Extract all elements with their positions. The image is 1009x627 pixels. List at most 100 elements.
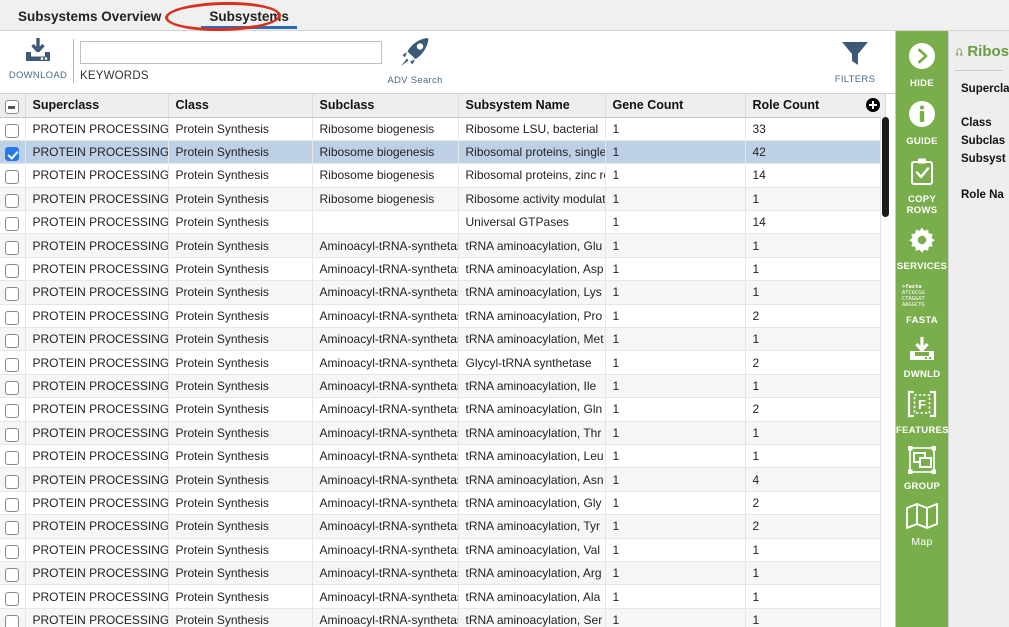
row-select-cell[interactable] bbox=[0, 327, 26, 352]
table-row[interactable]: PROTEIN PROCESSING Protein Synthesis Amino… bbox=[0, 444, 886, 469]
table-row[interactable]: PROTEIN PROCESSING Protein Synthesis Amino… bbox=[0, 304, 886, 329]
row-checkbox[interactable] bbox=[5, 357, 20, 372]
download-button[interactable]: DOWNLOAD bbox=[8, 37, 68, 81]
row-select-cell[interactable] bbox=[0, 163, 26, 188]
row-select-cell[interactable] bbox=[0, 444, 26, 469]
row-select-cell[interactable] bbox=[0, 187, 26, 212]
adv-search-button[interactable]: ADV Search bbox=[386, 36, 444, 86]
table-row[interactable]: PROTEIN PROCESSING Protein Synthesis Ribos… bbox=[0, 117, 886, 141]
row-select-cell[interactable] bbox=[0, 350, 26, 375]
row-select-cell[interactable] bbox=[0, 397, 26, 422]
tab-subsystems[interactable]: Subsystems bbox=[199, 9, 299, 31]
row-select-cell[interactable] bbox=[0, 233, 26, 258]
rail-item-hide[interactable]: HIDE bbox=[896, 41, 948, 89]
row-select-cell[interactable] bbox=[0, 608, 26, 627]
column-header-subclass[interactable]: Subclass bbox=[312, 94, 459, 118]
rail-item-services[interactable]: SERVICES bbox=[896, 226, 948, 272]
table-row[interactable]: PROTEIN PROCESSING Protein Synthesis Amino… bbox=[0, 421, 886, 445]
cell-subsystem-name: Glycyl-tRNA synthetase bbox=[458, 350, 606, 375]
table-row[interactable]: PROTEIN PROCESSING Protein Synthesis Ribos… bbox=[0, 187, 886, 212]
row-checkbox[interactable] bbox=[5, 474, 20, 489]
subsystems-table: Superclass Class Subclass Subsystem Name… bbox=[0, 94, 886, 627]
column-header-gene-count[interactable]: Gene Count bbox=[605, 94, 746, 118]
table-row[interactable]: PROTEIN PROCESSING Protein Synthesis Unive… bbox=[0, 210, 886, 235]
rail-item-map[interactable]: Map bbox=[896, 502, 948, 548]
table-row[interactable]: PROTEIN PROCESSING Protein Synthesis Amino… bbox=[0, 491, 886, 516]
row-checkbox[interactable] bbox=[5, 497, 20, 512]
select-all-header[interactable] bbox=[0, 94, 26, 118]
plus-circle-icon[interactable] bbox=[865, 98, 880, 112]
table-row[interactable]: PROTEIN PROCESSING Protein Synthesis Amino… bbox=[0, 584, 886, 609]
cell-subsystem-name: tRNA aminoacylation, Gln bbox=[458, 397, 606, 422]
row-checkbox[interactable] bbox=[5, 380, 20, 395]
table-row[interactable]: PROTEIN PROCESSING Protein Synthesis Amino… bbox=[0, 561, 886, 586]
row-select-cell[interactable] bbox=[0, 514, 26, 539]
rail-item-dwnld[interactable]: DWNLD bbox=[896, 336, 948, 380]
row-checkbox[interactable] bbox=[5, 193, 20, 208]
row-checkbox[interactable] bbox=[5, 334, 20, 349]
row-checkbox[interactable] bbox=[5, 451, 20, 466]
rail-item-fasta[interactable]: >fasta ATCGCGG CTAGGAT AAGGCTG FASTA bbox=[896, 282, 948, 326]
scrollbar-thumb[interactable] bbox=[882, 117, 889, 217]
row-select-cell[interactable] bbox=[0, 280, 26, 305]
row-select-cell[interactable] bbox=[0, 210, 26, 235]
row-checkbox[interactable] bbox=[5, 123, 20, 138]
select-all-checkbox[interactable] bbox=[5, 100, 20, 115]
table-row[interactable]: PROTEIN PROCESSING Protein Synthesis Amino… bbox=[0, 608, 886, 627]
row-checkbox[interactable] bbox=[5, 614, 20, 627]
row-select-cell[interactable] bbox=[0, 538, 26, 562]
table-row[interactable]: PROTEIN PROCESSING Protein Synthesis Amino… bbox=[0, 257, 886, 282]
table-row[interactable]: PROTEIN PROCESSING Protein Synthesis Amino… bbox=[0, 233, 886, 258]
row-checkbox[interactable] bbox=[5, 147, 20, 162]
table-row[interactable]: PROTEIN PROCESSING Protein Synthesis Amino… bbox=[0, 327, 886, 352]
row-checkbox[interactable] bbox=[5, 217, 20, 232]
row-checkbox[interactable] bbox=[5, 521, 20, 536]
row-select-cell[interactable] bbox=[0, 374, 26, 399]
row-checkbox[interactable] bbox=[5, 310, 20, 325]
tab-subsystems-overview[interactable]: Subsystems Overview bbox=[8, 9, 171, 31]
rail-item-copy-rows[interactable]: COPY ROWS bbox=[896, 157, 948, 216]
row-select-cell[interactable] bbox=[0, 257, 26, 282]
table-row[interactable]: PROTEIN PROCESSING Protein Synthesis Amino… bbox=[0, 467, 886, 492]
detail-divider bbox=[955, 70, 1003, 71]
row-checkbox[interactable] bbox=[5, 170, 20, 185]
row-checkbox[interactable] bbox=[5, 591, 20, 606]
subsystems-table-container[interactable]: Superclass Class Subclass Subsystem Name… bbox=[0, 94, 895, 627]
column-header-role-count[interactable]: Role Count bbox=[745, 94, 886, 118]
table-row[interactable]: PROTEIN PROCESSING Protein Synthesis Amino… bbox=[0, 280, 886, 305]
row-checkbox[interactable] bbox=[5, 287, 20, 302]
table-row[interactable]: PROTEIN PROCESSING Protein Synthesis Amino… bbox=[0, 514, 886, 539]
table-vertical-scrollbar[interactable] bbox=[880, 117, 889, 627]
row-select-cell[interactable] bbox=[0, 140, 26, 165]
table-row[interactable]: PROTEIN PROCESSING Protein Synthesis Amino… bbox=[0, 397, 886, 422]
row-checkbox[interactable] bbox=[5, 404, 20, 419]
detail-label-subclass: Subclas bbox=[961, 135, 1006, 147]
filters-button[interactable]: FILTERS bbox=[826, 39, 884, 85]
table-row[interactable]: PROTEIN PROCESSING Protein Synthesis Amino… bbox=[0, 350, 886, 375]
rail-item-features[interactable]: F FEATURES bbox=[896, 390, 949, 436]
search-input[interactable] bbox=[80, 41, 382, 64]
row-select-cell[interactable] bbox=[0, 561, 26, 586]
row-select-cell[interactable] bbox=[0, 421, 26, 445]
table-row[interactable]: PROTEIN PROCESSING Protein Synthesis Ribos… bbox=[0, 163, 886, 188]
rail-item-guide[interactable]: GUIDE bbox=[896, 99, 948, 147]
row-checkbox[interactable] bbox=[5, 240, 20, 255]
row-select-cell[interactable] bbox=[0, 117, 26, 141]
row-checkbox[interactable] bbox=[5, 427, 20, 442]
table-row[interactable]: PROTEIN PROCESSING Protein Synthesis Amino… bbox=[0, 538, 886, 562]
column-header-class[interactable]: Class bbox=[168, 94, 313, 118]
row-checkbox[interactable] bbox=[5, 568, 20, 583]
row-select-cell[interactable] bbox=[0, 304, 26, 329]
table-row[interactable]: PROTEIN PROCESSING Protein Synthesis Amino… bbox=[0, 374, 886, 399]
row-select-cell[interactable] bbox=[0, 491, 26, 516]
chevron-right-circle-icon bbox=[896, 41, 948, 76]
column-header-subsystem-name[interactable]: Subsystem Name bbox=[458, 94, 606, 118]
cell-superclass: PROTEIN PROCESSING bbox=[25, 187, 169, 212]
row-checkbox[interactable] bbox=[5, 264, 20, 279]
row-checkbox[interactable] bbox=[5, 544, 20, 559]
rail-item-group[interactable]: GROUP bbox=[896, 446, 948, 492]
row-select-cell[interactable] bbox=[0, 584, 26, 609]
column-header-superclass[interactable]: Superclass bbox=[25, 94, 169, 118]
row-select-cell[interactable] bbox=[0, 467, 26, 492]
table-row[interactable]: PROTEIN PROCESSING Protein Synthesis Ribos… bbox=[0, 140, 886, 165]
